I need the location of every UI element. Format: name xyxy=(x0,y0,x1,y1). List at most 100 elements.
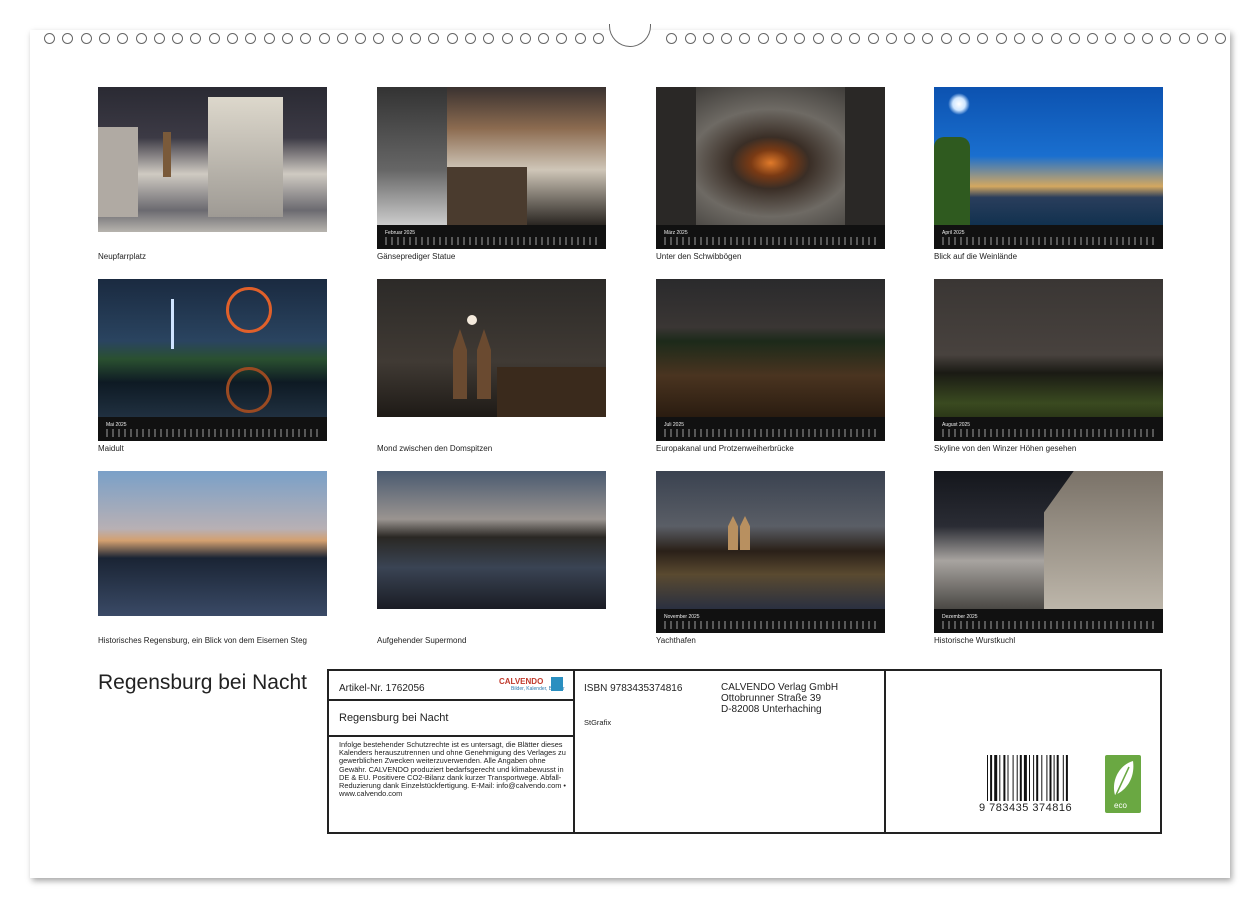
binding-ring xyxy=(208,33,220,44)
photo-wurstkuchl xyxy=(934,471,1163,609)
month-caption: Skyline von den Winzer Höhen gesehen xyxy=(934,444,1077,453)
photo-neupfarrplatz xyxy=(98,87,327,232)
binding-ring xyxy=(959,33,970,44)
binding-ring xyxy=(153,33,165,44)
binding-ring xyxy=(1105,33,1117,44)
binding-ring xyxy=(245,33,257,44)
barcode-bar xyxy=(1046,755,1048,801)
binding-ring xyxy=(62,33,74,44)
calvendo-logo: CALVENDO xyxy=(499,677,544,686)
article-number: Artikel-Nr. 1762056 xyxy=(339,683,425,694)
eco-label: eco xyxy=(1114,801,1127,810)
calendar-title: Regensburg bei Nacht xyxy=(98,671,307,694)
photo-mond-domspitzen xyxy=(377,279,606,417)
binding-ring xyxy=(995,33,1007,44)
month-caption: Europakanal und Protzenweiherbrücke xyxy=(656,444,794,453)
binding-ring xyxy=(739,33,751,44)
barcode-bar xyxy=(1023,755,1027,801)
day-grid xyxy=(942,429,1157,437)
binding-ring xyxy=(80,33,92,44)
author: StGrafix xyxy=(584,718,612,727)
month-calendar-strip: August 2025 xyxy=(934,417,1163,441)
barcode-bar xyxy=(1003,755,1006,801)
barcode-bar xyxy=(1033,755,1035,801)
calendar-overview-sheet: Neupfarrplatz Februar 2025 Gänseprediger… xyxy=(30,24,1230,878)
barcode-bar xyxy=(990,755,993,801)
isbn: ISBN 9783435374816 xyxy=(584,683,683,694)
binding-ring xyxy=(556,33,568,44)
barcode-bar xyxy=(1065,755,1068,801)
product-title: Regensburg bei Nacht xyxy=(339,712,449,724)
photo-skyline xyxy=(934,279,1163,417)
barcode-bar xyxy=(1012,755,1014,801)
day-grid xyxy=(664,621,879,629)
hanger-hook xyxy=(609,24,651,47)
barcode-bar xyxy=(1041,755,1043,801)
binding-ring xyxy=(1013,33,1025,44)
barcode-bar xyxy=(1036,755,1039,801)
month-label: Februar 2025 xyxy=(385,230,416,236)
month-caption: Historisches Regensburg, ein Blick von d… xyxy=(98,636,307,645)
binding-ring xyxy=(227,33,238,44)
calvendo-logo-icon xyxy=(551,677,563,691)
photo-weinlaende xyxy=(934,87,1163,225)
photo-europakanal xyxy=(656,279,885,417)
binding-ring xyxy=(593,33,604,44)
binding-ring xyxy=(44,33,55,44)
photo-yachthafen xyxy=(656,471,885,609)
binding-ring xyxy=(483,33,495,44)
divider xyxy=(329,699,573,701)
binding-ring xyxy=(263,33,275,44)
photo-eiserner-steg xyxy=(98,471,327,616)
binding-ring xyxy=(940,33,952,44)
binding-ring xyxy=(336,33,348,44)
binding-ring xyxy=(501,33,513,44)
month-calendar-strip: Februar 2025 xyxy=(377,225,606,249)
month-calendar-strip: Dezember 2025 xyxy=(934,609,1163,633)
divider xyxy=(573,671,575,832)
month-calendar-strip: November 2025 xyxy=(656,609,885,633)
binding-ring xyxy=(410,33,421,44)
month-caption: Historische Wurstkuchl xyxy=(934,636,1016,645)
binding-ring xyxy=(830,33,842,44)
month-caption: Unter den Schwibbögen xyxy=(656,252,742,261)
binding-ring xyxy=(574,33,586,44)
barcode-bar xyxy=(1056,755,1059,801)
month-caption: Yachthafen xyxy=(656,636,696,645)
barcode-bar xyxy=(1049,755,1052,801)
binding-ring xyxy=(446,33,458,44)
legal-notice: Infolge bestehender Schutzrechte ist es … xyxy=(339,740,566,799)
month-calendar-strip: Mai 2025 xyxy=(98,417,327,441)
binding-ring xyxy=(1068,33,1080,44)
binding-ring xyxy=(1196,33,1208,44)
binding-ring xyxy=(318,33,330,44)
month-caption: Blick auf die Weinlände xyxy=(934,252,1018,261)
binding-ring xyxy=(355,33,367,44)
day-grid xyxy=(942,237,1157,245)
month-caption: Neupfarrplatz xyxy=(98,252,147,261)
binding-ring xyxy=(684,33,696,44)
barcode-bar xyxy=(994,755,998,801)
binding-ring xyxy=(1032,33,1044,44)
binding-ring xyxy=(666,33,678,44)
binding-ring xyxy=(1142,33,1153,44)
month-caption: Aufgehender Supermond xyxy=(377,636,467,645)
binding-ring xyxy=(391,33,403,44)
month-caption: Mond zwischen den Domspitzen xyxy=(377,444,493,453)
binding-ring xyxy=(1087,33,1099,44)
binding-ring xyxy=(904,33,916,44)
binding-ring xyxy=(1160,33,1172,44)
photo-schwibboegen xyxy=(656,87,885,225)
binding-ring xyxy=(281,33,293,44)
ring-binding xyxy=(30,24,1230,50)
barcode-bar xyxy=(999,755,1001,801)
binding-ring xyxy=(98,33,110,44)
month-caption: Maidult xyxy=(98,444,124,453)
binding-ring xyxy=(117,33,129,44)
eco-badge: eco xyxy=(1105,755,1141,813)
binding-ring xyxy=(464,33,476,44)
month-label: März 2025 xyxy=(664,230,688,236)
barcode-bar xyxy=(1053,755,1055,801)
barcode-bar xyxy=(987,755,988,801)
barcode-bar xyxy=(1029,755,1030,801)
